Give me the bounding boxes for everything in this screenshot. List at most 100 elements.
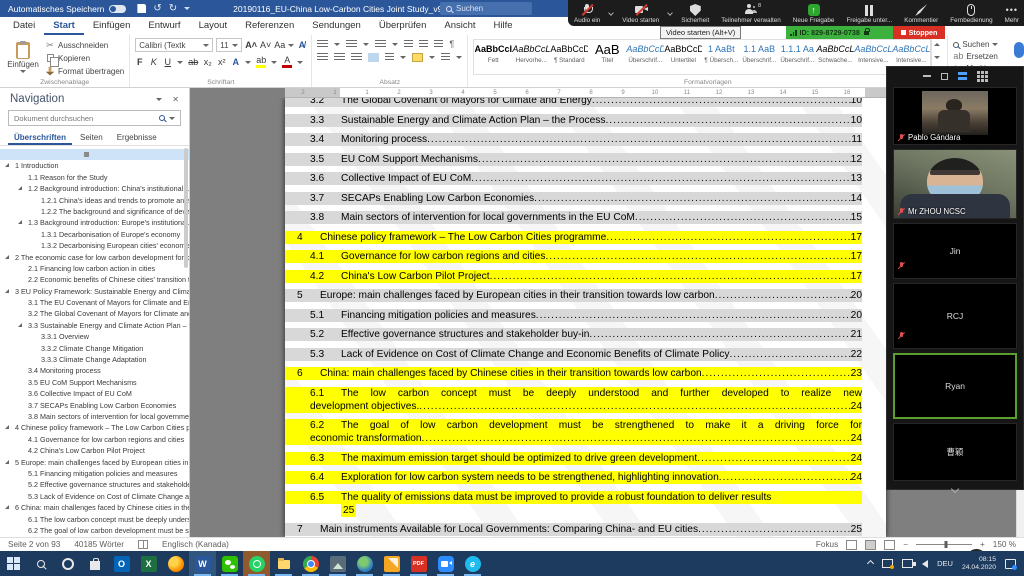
nav-heading[interactable]: 2 The economic case for low carbon devel… bbox=[0, 252, 189, 263]
nav-heading[interactable]: 1.3 Background introduction: Europe's in… bbox=[0, 217, 189, 228]
shrink-font-button[interactable]: A˅ bbox=[260, 40, 271, 50]
outlook-app[interactable]: O bbox=[108, 551, 135, 576]
minimize-icon[interactable] bbox=[923, 75, 931, 77]
toc-entry[interactable]: 3.4 Monitoring process 11 bbox=[285, 133, 862, 146]
ribbon-tab[interactable]: Sendungen bbox=[303, 17, 370, 35]
proofing-status-icon[interactable] bbox=[138, 540, 148, 549]
toc-entry[interactable]: 4.1 Governance for low carbon regions an… bbox=[285, 250, 862, 263]
toc-entry[interactable]: 3.3 Sustainable Energy and Climate Actio… bbox=[285, 114, 862, 127]
align-left-icon[interactable] bbox=[317, 53, 328, 62]
print-layout-icon[interactable] bbox=[865, 540, 876, 550]
style-item[interactable]: AaB Titel bbox=[588, 40, 626, 74]
ribbon-tab[interactable]: Layout bbox=[190, 17, 237, 35]
nav-heading[interactable]: 1.3.2 Decarbonising European cities' eco… bbox=[0, 240, 189, 251]
cortana-button[interactable] bbox=[54, 551, 81, 576]
font-size-select[interactable]: 11 bbox=[216, 38, 242, 52]
ribbon-tab[interactable]: Datei bbox=[4, 17, 44, 35]
numbering-icon[interactable] bbox=[346, 40, 357, 49]
nav-heading[interactable]: 3.8 Main sectors of intervention for loc… bbox=[0, 411, 189, 422]
toc-entry[interactable]: 6.1 The low carbon concept must be deepl… bbox=[285, 387, 862, 400]
toc-entry[interactable]: 6 China: main challenges faced by Chines… bbox=[285, 367, 862, 380]
word-count[interactable]: 40185 Wörter bbox=[74, 540, 124, 549]
nav-heading[interactable]: 3.4 Monitoring process bbox=[0, 365, 189, 376]
taskbar-search-button[interactable] bbox=[27, 551, 54, 576]
ribbon-tab[interactable]: Überprüfen bbox=[370, 17, 436, 35]
style-item[interactable]: 1.1.1 Aa Überschrif... bbox=[778, 40, 816, 74]
style-item[interactable]: AaBbCcL Hervorhe... bbox=[512, 40, 550, 74]
toc-entry[interactable]: 3.5 EU CoM Support Mechanisms 12 bbox=[285, 153, 862, 166]
style-item[interactable]: 1 AaBt ¶ Übersch... bbox=[702, 40, 740, 74]
globe-app[interactable] bbox=[351, 551, 378, 576]
toc-entry[interactable]: 7 Main instruments Available for Local G… bbox=[285, 523, 862, 536]
font-name-select[interactable]: Calibri (Textk bbox=[135, 38, 213, 52]
nav-heading[interactable]: 3 EU Policy Framework: Sustainable Energ… bbox=[0, 286, 189, 297]
nav-heading[interactable]: 2.1 Financing low carbon action in citie… bbox=[0, 263, 189, 274]
ribbon-tab[interactable]: Referenzen bbox=[236, 17, 303, 35]
remote-control-button[interactable]: Fernbedienung bbox=[944, 0, 998, 26]
save-icon[interactable] bbox=[137, 4, 146, 13]
start-button[interactable] bbox=[0, 551, 27, 576]
nav-heading[interactable]: 2.2 Economic benefits of Chinese cities'… bbox=[0, 274, 189, 285]
nav-heading[interactable]: 3.2 The Global Covenant of Mayors for Cl… bbox=[0, 308, 189, 319]
clear-formatting-button[interactable]: A̸ bbox=[297, 40, 306, 50]
chrome-app[interactable] bbox=[297, 551, 324, 576]
display-icon[interactable] bbox=[902, 559, 913, 568]
style-item[interactable]: AaBbCcD Untertitel bbox=[664, 40, 702, 74]
grow-font-button[interactable]: A˄ bbox=[245, 40, 257, 50]
window-mode-icon[interactable] bbox=[941, 73, 948, 80]
annotate-button[interactable]: Kommentier bbox=[898, 0, 944, 26]
italic-button[interactable]: K bbox=[149, 57, 158, 67]
ribbon-tab[interactable]: Entwurf bbox=[139, 17, 189, 35]
increase-indent-icon[interactable] bbox=[419, 40, 428, 49]
autosave-toggle[interactable] bbox=[109, 5, 126, 13]
align-center-icon[interactable] bbox=[334, 53, 345, 62]
nav-heading[interactable]: 3.6 Collective Impact of EU CoM bbox=[0, 388, 189, 399]
ribbon-tab[interactable]: Hilfe bbox=[485, 17, 522, 35]
ribbon-tab[interactable]: Ansicht bbox=[435, 17, 484, 35]
toc-entry[interactable]: 6.5 The quality of emissions data must b… bbox=[285, 491, 862, 504]
nav-heading[interactable]: 1.2.1 China's ideas and trends to promot… bbox=[0, 195, 189, 206]
nav-search-box[interactable] bbox=[8, 110, 181, 126]
decrease-indent-icon[interactable] bbox=[404, 40, 413, 49]
nav-heading[interactable]: 6 China: main challenges faced by Chines… bbox=[0, 502, 189, 513]
copy-button[interactable]: Kopieren bbox=[45, 53, 124, 63]
style-item[interactable]: AaBbCcDt ¶ Standard bbox=[550, 40, 588, 74]
justify-icon[interactable] bbox=[368, 53, 379, 62]
nav-heading[interactable]: 3.3 Sustainable Energy and Climate Actio… bbox=[0, 320, 189, 331]
nav-scrollbar[interactable] bbox=[184, 148, 188, 268]
word-app[interactable]: W bbox=[189, 551, 216, 576]
video-options-chevron-icon[interactable] bbox=[665, 0, 675, 26]
style-item[interactable]: AaBbCcL Schwache... bbox=[816, 40, 854, 74]
nav-heading[interactable]: 5.1 Financing mitigation policies and me… bbox=[0, 468, 189, 479]
web-layout-icon[interactable] bbox=[884, 540, 895, 550]
toc-entry[interactable]: 5.1 Financing mitigation policies and me… bbox=[285, 309, 862, 322]
toc-entry[interactable]: 4.2 China's Low Carbon Pilot Project 17 bbox=[285, 270, 862, 283]
focus-mode-button[interactable]: Fokus bbox=[816, 540, 838, 549]
nav-heading[interactable]: 6.2 The goal of low carbon development m… bbox=[0, 525, 189, 536]
excel-app[interactable]: X bbox=[135, 551, 162, 576]
toc-entry[interactable]: 6.3 The maximum emission target should b… bbox=[285, 452, 862, 465]
dictate-icon[interactable] bbox=[1014, 42, 1024, 58]
hidden-icons-chevron-icon[interactable] bbox=[867, 560, 874, 567]
nav-heading[interactable]: 4 Chinese policy framework – The Low Car… bbox=[0, 422, 189, 433]
participant-tile[interactable]: RCJ bbox=[893, 283, 1017, 349]
nav-tab[interactable]: Seiten bbox=[74, 131, 109, 145]
search-options-icon[interactable] bbox=[169, 117, 175, 120]
underline-button[interactable]: U bbox=[163, 57, 172, 67]
pilcrow-icon[interactable]: ¶ bbox=[449, 40, 454, 49]
participant-tile-active-speaker[interactable]: Ryan bbox=[893, 353, 1017, 419]
align-right-icon[interactable] bbox=[351, 53, 362, 62]
audio-options-chevron-icon[interactable] bbox=[606, 0, 616, 26]
language-indicator[interactable]: Englisch (Kanada) bbox=[162, 540, 229, 549]
security-button[interactable]: Sicherheit bbox=[675, 0, 715, 26]
nav-heading[interactable]: 1.3.1 Decarbonisation of Europe's econom… bbox=[0, 229, 189, 240]
pause-share-button[interactable]: Freigabe unter... bbox=[840, 0, 898, 26]
ribbon-tab[interactable]: Start bbox=[44, 17, 84, 35]
nav-heading[interactable]: 3.7 SECAPs Enabling Low Carbon Economies bbox=[0, 400, 189, 411]
zoom-slider[interactable] bbox=[916, 544, 972, 545]
toc-entry[interactable]: 5.2 Effective governance structures and … bbox=[285, 328, 862, 341]
toc-entry[interactable]: 5.3 Lack of Evidence on Cost of Climate … bbox=[285, 348, 862, 361]
paste-button[interactable]: Einfügen bbox=[5, 38, 41, 76]
zoom-level[interactable]: 150 % bbox=[993, 540, 1016, 549]
toc-entry[interactable]: 3.2 The Global Covenant of Mayors for Cl… bbox=[285, 98, 862, 107]
